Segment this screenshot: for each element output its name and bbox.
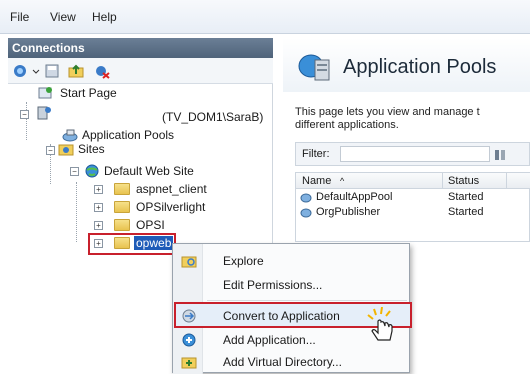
table-row[interactable]: DefaultAppPool Started <box>296 190 530 205</box>
app-pools-large-icon <box>298 54 330 81</box>
save-icon[interactable] <box>44 63 60 79</box>
expand-icon[interactable]: + <box>94 203 103 212</box>
menu-bar: File View Help <box>0 0 530 34</box>
app-pools-icon <box>62 129 78 142</box>
globe-icon <box>85 164 99 178</box>
page-description: This page lets you view and manage t dif… <box>295 106 480 131</box>
menu-file[interactable]: File <box>10 10 29 24</box>
collapse-icon[interactable]: − <box>20 110 29 119</box>
sort-ascending-icon: ^ <box>340 176 345 186</box>
column-name[interactable]: Name <box>302 175 331 187</box>
start-page-icon <box>38 87 52 99</box>
table-row[interactable]: OrgPublisher Started <box>296 205 530 220</box>
app-pool-icon <box>300 208 312 218</box>
menu-help[interactable]: Help <box>92 10 117 24</box>
explore-icon <box>181 256 197 268</box>
menu-view[interactable]: View <box>50 10 76 24</box>
filter-input[interactable] <box>340 146 490 162</box>
page-title: Application Pools <box>343 56 497 78</box>
connections-header: Connections <box>8 38 273 58</box>
expand-icon[interactable]: + <box>94 221 103 230</box>
disconnect-icon[interactable] <box>94 63 110 79</box>
menu-item-edit-permissions[interactable]: Edit Permissions... <box>173 273 411 297</box>
add-app-icon <box>182 333 196 347</box>
collapse-icon[interactable]: − <box>46 146 55 155</box>
filter-bar: Filter: <box>295 142 530 166</box>
sites-folder-icon <box>58 144 74 156</box>
app-pool-icon <box>300 193 312 203</box>
table-header: Name ^ Status <box>296 173 530 189</box>
menu-item-add-virtual-directory[interactable]: Add Virtual Directory... <box>173 350 411 374</box>
folder-up-icon[interactable] <box>68 63 84 79</box>
connect-icon[interactable] <box>12 63 28 79</box>
server-icon <box>37 106 51 120</box>
expand-icon[interactable]: + <box>94 185 103 194</box>
connections-toolbar <box>8 58 273 84</box>
tree-item-server[interactable]: − (TV_DOM1\SaraB) <box>20 106 270 124</box>
page-header: Application Pools <box>283 38 530 92</box>
filter-label: Filter: <box>302 148 330 160</box>
hand-cursor-icon <box>367 307 393 341</box>
app-pools-table: Name ^ Status DefaultAppPool Started Org… <box>295 172 530 242</box>
folder-icon <box>114 183 130 195</box>
chevron-down-icon[interactable] <box>32 63 40 79</box>
add-vdir-icon <box>181 357 197 369</box>
column-status[interactable]: Status <box>448 175 479 187</box>
folder-icon <box>114 201 130 213</box>
collapse-icon[interactable]: − <box>70 167 79 176</box>
folder-icon <box>114 219 130 231</box>
go-icon[interactable] <box>494 149 506 161</box>
highlight-box-opweb <box>88 233 176 255</box>
menu-item-explore[interactable]: Explore <box>173 249 411 273</box>
